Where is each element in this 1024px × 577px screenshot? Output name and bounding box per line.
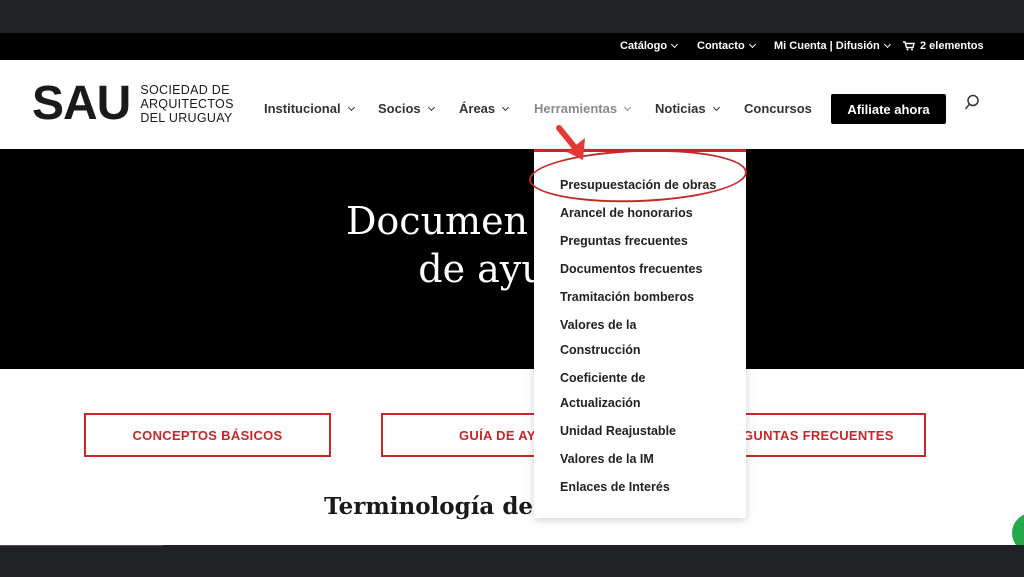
logo-line-2: ARQUITECTOS bbox=[140, 97, 234, 111]
browser-viewport: Catálogo Contacto Mi Cuenta | Difusión 2… bbox=[0, 33, 1024, 545]
bottom-divider bbox=[0, 545, 163, 546]
chevron-down-icon bbox=[712, 103, 720, 111]
dropdown-item-coeficiente-1[interactable]: Coeficiente de bbox=[560, 366, 735, 391]
afiliate-button[interactable]: Afiliate ahora bbox=[831, 94, 946, 124]
search-icon[interactable] bbox=[964, 94, 980, 112]
nav-areas[interactable]: Áreas bbox=[459, 101, 510, 116]
conceptos-basicos-button[interactable]: CONCEPTOS BÁSICOS bbox=[84, 413, 331, 457]
cart-icon bbox=[903, 41, 915, 51]
logo-text: SOCIEDAD DE ARQUITECTOS DEL URUGUAY bbox=[140, 83, 233, 125]
nav-herramientas-label: Herramientas bbox=[534, 101, 618, 116]
chevron-down-icon bbox=[624, 103, 632, 111]
dropdown-item-arancel[interactable]: Arancel de honorarios bbox=[560, 201, 735, 226]
topbar-cuenta-label: Mi Cuenta | Difusión bbox=[774, 40, 880, 52]
nav-herramientas[interactable]: Herramientas bbox=[534, 101, 632, 116]
dropdown-item-coeficiente-2[interactable]: Actualización bbox=[560, 391, 735, 416]
chevron-down-icon bbox=[748, 40, 756, 49]
dropdown-item-valores-construccion-2[interactable]: Construcción bbox=[560, 338, 735, 363]
topbar-mi-cuenta[interactable]: Mi Cuenta | Difusión bbox=[774, 40, 891, 52]
dropdown-item-valores-im[interactable]: Valores de la IM bbox=[560, 447, 735, 472]
nav-noticias[interactable]: Noticias bbox=[655, 101, 720, 116]
chevron-down-icon bbox=[502, 103, 510, 111]
nav-concursos-label: Concursos bbox=[744, 101, 812, 116]
dropdown-item-unidad-reajustable[interactable]: Unidad Reajustable bbox=[560, 419, 735, 444]
nav-socios-label: Socios bbox=[378, 101, 421, 116]
hero-banner: Documen de ayu bbox=[0, 149, 1024, 369]
logo-line-1: SOCIEDAD DE bbox=[140, 83, 230, 97]
hero-title-line-1: Documen bbox=[345, 199, 529, 243]
top-utility-bar: Catálogo Contacto Mi Cuenta | Difusión 2… bbox=[0, 33, 1024, 60]
section-title: Terminología de l bbox=[0, 493, 1024, 520]
topbar-cart-label: 2 elementos bbox=[920, 40, 984, 52]
topbar-cart[interactable]: 2 elementos bbox=[903, 40, 984, 52]
nav-concursos[interactable]: Concursos bbox=[744, 101, 812, 116]
nav-institucional-label: Institucional bbox=[264, 101, 341, 116]
hero-title-line-2: de ayu bbox=[418, 247, 546, 291]
topbar-contacto-label: Contacto bbox=[697, 40, 745, 52]
chevron-down-icon bbox=[671, 40, 679, 49]
herramientas-dropdown: Presupuestación de obras Arancel de hono… bbox=[534, 149, 746, 518]
chevron-down-icon bbox=[347, 103, 355, 111]
logo-line-3: DEL URUGUAY bbox=[140, 111, 233, 125]
dropdown-item-bomberos[interactable]: Tramitación bomberos bbox=[560, 285, 735, 310]
topbar-catalogo-label: Catálogo bbox=[620, 40, 668, 52]
topbar-contacto[interactable]: Contacto bbox=[697, 40, 756, 52]
site-logo[interactable]: SAU SOCIEDAD DE ARQUITECTOS DEL URUGUAY bbox=[32, 80, 234, 128]
dropdown-item-documentos[interactable]: Documentos frecuentes bbox=[560, 257, 735, 282]
chevron-down-icon bbox=[883, 40, 891, 49]
nav-areas-label: Áreas bbox=[459, 101, 496, 116]
nav-socios[interactable]: Socios bbox=[378, 101, 435, 116]
dropdown-item-enlaces[interactable]: Enlaces de Interés bbox=[560, 475, 735, 500]
logo-mark: SAU bbox=[32, 77, 131, 130]
arrow-pointer-icon bbox=[556, 125, 585, 160]
chevron-down-icon bbox=[427, 103, 435, 111]
nav-institucional[interactable]: Institucional bbox=[264, 101, 355, 116]
nav-noticias-label: Noticias bbox=[655, 101, 706, 116]
site-header: SAU SOCIEDAD DE ARQUITECTOS DEL URUGUAY … bbox=[0, 60, 1024, 149]
dropdown-item-preguntas[interactable]: Preguntas frecuentes bbox=[560, 229, 735, 254]
hero-title: Documen de ayu bbox=[0, 197, 1024, 293]
preguntas-frecuentes-button[interactable]: EGUNTAS FRECUENTES bbox=[720, 413, 926, 457]
topbar-catalogo[interactable]: Catálogo bbox=[620, 40, 679, 52]
dropdown-item-valores-construccion-1[interactable]: Valores de la bbox=[560, 313, 735, 338]
